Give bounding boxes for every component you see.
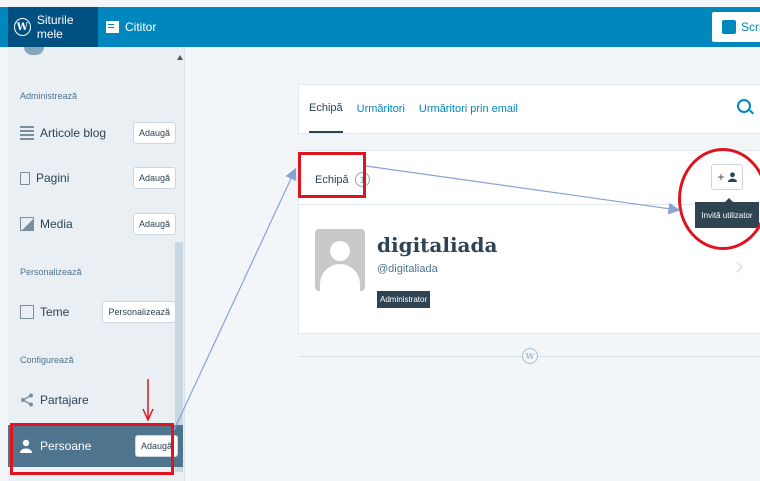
my-sites-button[interactable]: W Siturile mele — [8, 7, 98, 47]
personalize-header: Personalizează — [20, 267, 82, 277]
manage-header: Administrează — [20, 91, 78, 101]
chevron-right-icon[interactable] — [731, 261, 743, 273]
sidebar-item-label: Pagini — [36, 171, 70, 185]
themes-icon — [20, 305, 34, 319]
user-handle: @digitaliada — [377, 263, 438, 275]
annotation-box-team — [298, 152, 366, 198]
sidebar-item-posts[interactable]: Articole blog Adaugă — [20, 118, 176, 148]
sidebar: Administrează Articole blog Adaugă Pagin… — [8, 47, 185, 481]
tab-followers[interactable]: Urmăritori — [357, 85, 405, 133]
search-icon[interactable] — [737, 99, 751, 113]
reader-icon — [106, 21, 119, 33]
share-icon — [20, 393, 34, 407]
write-button[interactable]: Scrie — [712, 12, 760, 42]
tab-email-followers[interactable]: Urmăritori prin email — [419, 85, 518, 133]
tab-bar: Echipă Urmăritori Urmăritori prin email — [309, 85, 532, 133]
reader-button[interactable]: Cititor — [106, 7, 156, 47]
sidebar-item-pages[interactable]: Pagini Adaugă — [20, 163, 176, 193]
sidebar-item-media[interactable]: Media Adaugă — [20, 209, 176, 239]
sidebar-item-label: Media — [40, 217, 73, 231]
annotation-ellipse-invite — [678, 148, 760, 250]
add-media-button[interactable]: Adaugă — [132, 213, 176, 235]
sidebar-item-label: Teme — [40, 305, 70, 319]
sidebar-item-themes[interactable]: Teme Personalizează — [20, 297, 176, 327]
sidebar-icon-fragment — [24, 47, 44, 55]
role-badge: Administrator — [377, 291, 431, 308]
customize-button[interactable]: Personalizează — [102, 301, 176, 323]
media-icon — [20, 217, 34, 231]
annotation-box-people — [10, 423, 174, 475]
my-sites-label: Siturile mele — [36, 13, 74, 41]
sidebar-item-label: Articole blog — [40, 126, 107, 140]
people-section-nav: Echipă Urmăritori Urmăritori prin email — [298, 84, 760, 134]
wordpress-footer-logo-icon: W — [522, 348, 538, 364]
posts-icon — [20, 126, 34, 140]
add-page-button[interactable]: Adaugă — [132, 167, 176, 189]
wordpress-logo-icon: W — [14, 18, 31, 36]
arrow-people-to-team — [173, 167, 297, 431]
configure-header: Configurează — [20, 355, 74, 365]
reader-label: Cititor — [125, 20, 157, 34]
write-label: Scrie — [741, 20, 760, 34]
tab-team[interactable]: Echipă — [309, 85, 343, 133]
scroll-up-arrow-icon[interactable] — [177, 55, 183, 60]
sidebar-item-sharing[interactable]: Partajare — [20, 385, 176, 415]
user-display-name[interactable]: digitaliada — [377, 233, 497, 257]
sidebar-item-label: Partajare — [40, 393, 89, 407]
masterbar: W Siturile mele Cititor Scrie — [0, 7, 760, 47]
pages-icon — [20, 171, 30, 185]
pencil-icon — [722, 20, 736, 34]
avatar[interactable] — [315, 229, 365, 291]
add-post-button[interactable]: Adaugă — [132, 122, 176, 144]
